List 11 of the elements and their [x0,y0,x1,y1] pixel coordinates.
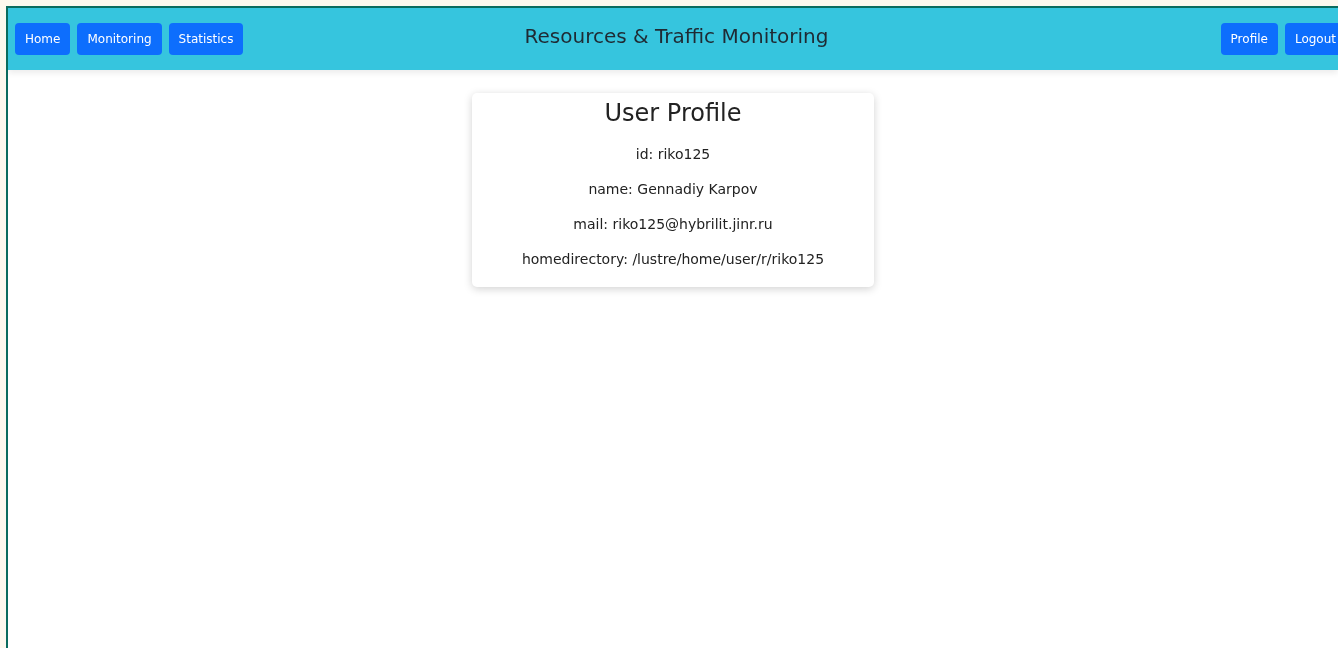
nav-button[interactable]: Statistics [168,23,244,55]
profile-field: homedirectory: /lustre/home/user/r/riko125 [521,242,825,277]
nav-button[interactable]: Monitoring [77,23,162,55]
nav-button[interactable]: Profile [1220,23,1278,55]
nav-button[interactable]: Home [15,23,71,55]
profile-field: name: Gennadiy Karpov [588,172,758,207]
page-title: Resources & Traffic Monitoring [524,24,829,48]
profile-field: id: riko125 [635,137,711,172]
profile-field: mail: riko125@hybrilit.jinr.ru [573,207,773,242]
nav-button[interactable]: Logout [1284,23,1338,55]
card-title: User Profile [604,98,742,129]
